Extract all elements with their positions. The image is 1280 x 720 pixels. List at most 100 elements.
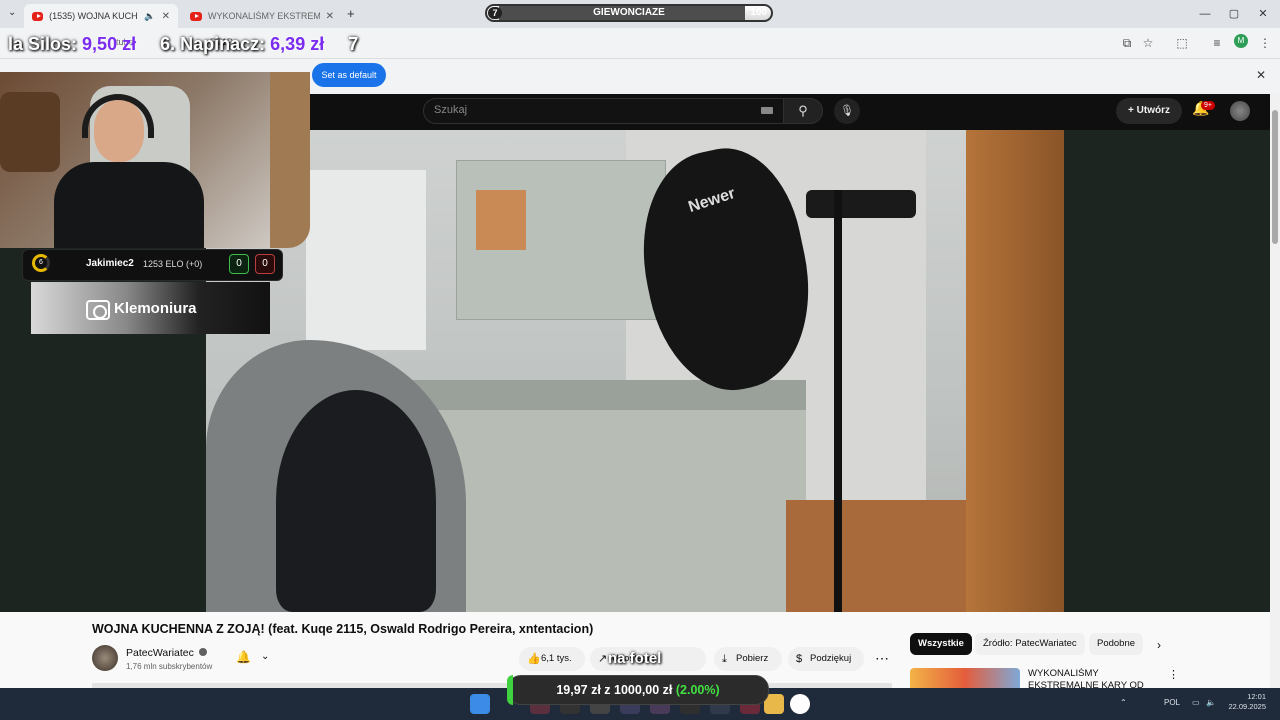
channel-avatar[interactable]: [92, 645, 118, 671]
thumbs-up-icon: 👍: [527, 653, 541, 665]
chevron-down-icon[interactable]: ⌄: [261, 651, 269, 662]
scrollbar-thumb[interactable]: [1272, 110, 1278, 244]
tab-wojna-kuchenna[interactable]: (1535) WOJNA KUCHENNA 🔈 ✕: [24, 4, 178, 28]
webcam-door: [270, 72, 310, 248]
banner-close-icon[interactable]: ✕: [1256, 68, 1266, 82]
video-window-shape: [306, 170, 426, 350]
windows-start-icon[interactable]: [470, 694, 490, 714]
tab-label: WYKONALIŚMY EKSTREMALNE: [207, 11, 320, 21]
search-input[interactable]: [423, 98, 784, 124]
youtube-account-avatar[interactable]: [1230, 101, 1250, 121]
donation-target: 1000,00 zł: [614, 683, 673, 697]
search-placeholder: Szukaj: [434, 104, 468, 116]
streamer-webcam: [0, 72, 310, 248]
tray-network-icon[interactable]: ▭: [1192, 698, 1200, 707]
stream-goal-bar: 7 GIEWONCIAZE 100: [485, 4, 773, 22]
tray-volume-icon[interactable]: 🔈: [1206, 698, 1216, 707]
goal-max: 100: [750, 7, 767, 18]
microphone-icon: 🎙: [840, 105, 854, 117]
donation-ticker: la Silos: 9,50 zł 6. Napinacz: 6,39 zł 7: [8, 34, 358, 55]
subscription-bell-icon[interactable]: 🔔: [236, 650, 251, 664]
wins-count: 0: [229, 254, 249, 274]
donation-goal-text: 19,97 zł z 1000,00 zł (2.00%): [507, 683, 769, 697]
share-icon: ↗: [598, 653, 608, 665]
tray-language[interactable]: POL: [1164, 698, 1180, 707]
video-wood-panel: [476, 190, 526, 250]
create-label: Utwórz: [1136, 105, 1170, 116]
rank-gauge-icon: 6: [32, 254, 50, 272]
search-icon: ⚲: [798, 103, 808, 118]
thanks-button[interactable]: $ Podziękuj: [788, 647, 864, 671]
camera-icon: [86, 300, 110, 320]
chrome-icon[interactable]: [790, 694, 810, 714]
ticker-item-amount: 9,50 zł: [82, 34, 137, 54]
speaker-icon[interactable]: 🔈: [144, 11, 155, 22]
verified-badge-icon: [199, 648, 207, 656]
tab-close-icon[interactable]: ✕: [162, 11, 170, 22]
player-elo: 1253 ELO (+0): [143, 259, 203, 269]
new-tab-button[interactable]: +: [347, 6, 355, 21]
media-control-icon[interactable]: ≡: [1208, 34, 1226, 52]
plus-icon: +: [1128, 105, 1137, 116]
video-tent-opening: [276, 390, 436, 612]
goal-label: GIEWONCIAZE: [593, 7, 665, 18]
player-name: Jakimiec2: [86, 258, 134, 269]
ticker-item-label: la Silos:: [8, 34, 78, 54]
install-app-icon[interactable]: ⧉: [1118, 34, 1136, 52]
close-window-button[interactable]: ✕: [1246, 0, 1280, 28]
webcam-person: [54, 162, 204, 248]
create-button[interactable]: + Utwórz: [1116, 98, 1182, 124]
webcam-couch: [0, 92, 60, 172]
like-button[interactable]: 👍 6,1 tys.: [519, 647, 585, 671]
voice-search-button[interactable]: 🎙: [834, 98, 860, 124]
clock-time: 12:01: [1247, 692, 1266, 701]
thanks-label: Podziękuj: [810, 653, 852, 664]
donation-connector: z: [604, 683, 611, 697]
channel-logo-text: Klemoniura: [114, 300, 197, 317]
video-light-stand: [834, 190, 842, 612]
tab-search-chevron-icon[interactable]: ⌄: [8, 7, 16, 18]
like-count: 6,1 tys.: [541, 653, 572, 664]
donation-current: 19,97 zł: [556, 683, 601, 697]
tray-chevron-icon[interactable]: ⌃: [1120, 698, 1127, 707]
youtube-favicon-icon: [190, 11, 202, 21]
more-actions-icon[interactable]: ⋯: [875, 650, 889, 667]
channel-subscribers: 1,76 mln subskrybentów: [126, 662, 213, 671]
recommendation-title[interactable]: WYKONALIŚMY EKSTREMALNE KARY OD WIDZÓW: [1028, 668, 1168, 688]
ticker-item-amount: 6,39 zł: [270, 34, 325, 54]
video-player[interactable]: Newer: [206, 130, 1064, 612]
search-button[interactable]: ⚲: [783, 98, 823, 124]
tab-wykonalismy[interactable]: WYKONALIŚMY EKSTREMALNE ✕: [182, 4, 342, 28]
chip-all[interactable]: Wszystkie: [910, 633, 972, 655]
set-as-default-button[interactable]: Set as default: [312, 63, 386, 87]
extensions-icon[interactable]: ⬚: [1173, 34, 1191, 52]
clock-date: 22.09.2025: [1228, 702, 1266, 711]
download-button[interactable]: ⤓ Pobierz: [714, 647, 782, 671]
tab-close-icon[interactable]: ✕: [326, 11, 334, 22]
youtube-favicon-icon: [32, 11, 44, 21]
browser-menu-icon[interactable]: ⋮: [1256, 34, 1274, 52]
chip-source[interactable]: Źródło: PatecWariatec: [975, 633, 1085, 655]
video-light-head: [806, 190, 916, 218]
chip-similar[interactable]: Podobne: [1089, 633, 1144, 655]
video-door: [966, 130, 1064, 612]
bookmark-star-icon[interactable]: ☆: [1139, 34, 1157, 52]
losses-count: 0: [255, 254, 275, 274]
recommendation-menu-icon[interactable]: ⋮: [1168, 668, 1179, 681]
channel-name[interactable]: PatecWariatec: [126, 647, 194, 659]
video-shelf: [786, 500, 966, 612]
video-lower-cabinet: [406, 410, 806, 612]
keyboard-icon[interactable]: [761, 107, 773, 114]
stream-overlay-text: na fotel: [608, 650, 662, 667]
chevron-right-icon[interactable]: ›: [1157, 638, 1161, 652]
download-icon: ⤓: [722, 653, 727, 665]
ticker-item-label: 6. Napinacz:: [160, 34, 266, 54]
profile-avatar-icon[interactable]: M: [1234, 34, 1248, 48]
taskbar-clock[interactable]: 12:01 22.09.2025: [1226, 692, 1266, 712]
screen: ⌄ (1535) WOJNA KUCHENNA 🔈 ✕ WYKONALIŚMY …: [0, 0, 1280, 720]
donation-percent: (2.00%): [675, 683, 720, 697]
recommendation-thumbnail[interactable]: [910, 668, 1020, 688]
ticker-item-label: 7: [348, 34, 359, 54]
thanks-icon: $: [796, 653, 803, 665]
tab-label: (1535) WOJNA KUCHENNA: [49, 11, 138, 21]
